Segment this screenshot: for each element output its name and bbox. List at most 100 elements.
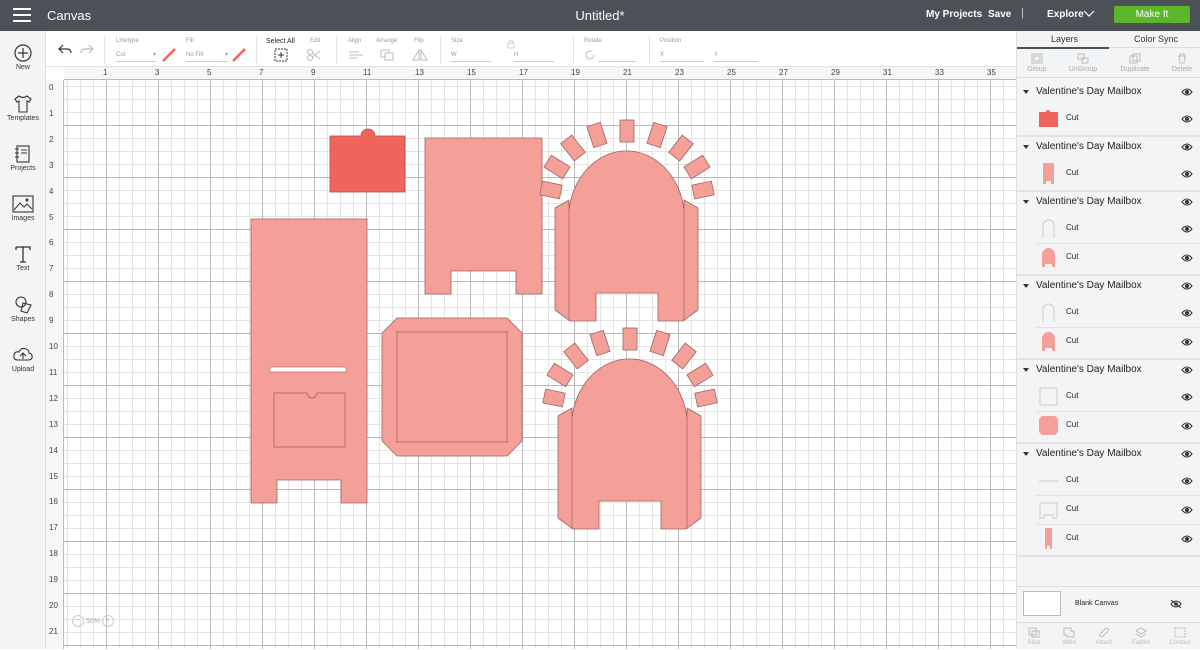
arrange-icon[interactable] <box>380 49 396 61</box>
ungroup-button[interactable]: UnGroup <box>1063 53 1103 73</box>
make-it-button[interactable]: Make It <box>1114 6 1190 23</box>
back-panel-shape[interactable] <box>424 137 543 295</box>
eye-icon[interactable] <box>1181 142 1193 152</box>
attach-button[interactable]: Attach <box>1089 627 1119 646</box>
chevron-down-icon[interactable] <box>1022 282 1030 290</box>
my-projects-link[interactable]: My Projects <box>926 9 982 20</box>
layer-row[interactable]: Cut <box>1017 214 1200 243</box>
layer-row[interactable]: Cut <box>1017 243 1200 272</box>
zoom-in-button[interactable]: + <box>101 615 114 627</box>
eye-icon[interactable] <box>1181 392 1193 402</box>
height-input[interactable]: H <box>514 50 554 62</box>
layer-row[interactable]: Cut <box>1017 382 1200 411</box>
red-card-shape[interactable] <box>329 128 406 193</box>
position-x-input[interactable]: X <box>660 50 704 62</box>
layer-row[interactable]: Cut <box>1017 104 1200 133</box>
eye-icon[interactable] <box>1181 281 1193 291</box>
sidebar-item-templates[interactable]: Templates <box>0 94 46 140</box>
zoom-out-button[interactable]: − <box>72 615 84 627</box>
eye-icon[interactable] <box>1181 169 1193 179</box>
document-title[interactable]: Untitled* <box>575 8 624 23</box>
flip-icon[interactable] <box>412 49 428 61</box>
hamburger-menu-icon[interactable] <box>13 8 31 22</box>
chevron-down-icon[interactable] <box>1082 6 1096 20</box>
sidebar-item-projects[interactable]: Projects <box>0 144 46 190</box>
chevron-down-icon[interactable] <box>1022 366 1030 374</box>
eye-icon[interactable] <box>1181 505 1193 515</box>
eye-icon[interactable] <box>1181 421 1193 431</box>
flatten-button[interactable]: Flatten <box>1126 627 1156 646</box>
weld-button[interactable]: Weld <box>1054 627 1084 646</box>
eye-icon[interactable] <box>1181 114 1193 124</box>
chevron-down-icon[interactable] <box>1022 88 1030 96</box>
layer-row[interactable]: Cut <box>1017 524 1200 553</box>
explore-menu[interactable]: Explore <box>1047 9 1084 20</box>
save-link[interactable]: Save <box>988 9 1011 20</box>
eye-icon[interactable] <box>1181 308 1193 318</box>
layer-group[interactable]: Valentine's Day Mailbox <box>1017 444 1200 464</box>
align-icon[interactable] <box>348 50 364 60</box>
layer-row[interactable]: Cut <box>1017 466 1200 495</box>
eye-icon[interactable] <box>1181 337 1193 347</box>
layer-group[interactable]: Valentine's Day Mailbox <box>1017 82 1200 102</box>
chevron-down-icon[interactable] <box>1022 450 1030 458</box>
arch-side-1-shape[interactable] <box>539 119 715 322</box>
layer-row[interactable]: Cut <box>1017 495 1200 524</box>
layer-row[interactable]: Cut <box>1017 298 1200 327</box>
chevron-down-icon[interactable] <box>1022 143 1030 151</box>
eye-icon[interactable] <box>1181 365 1193 375</box>
eye-icon[interactable] <box>1181 197 1193 207</box>
sidebar-label-upload: Upload <box>11 366 35 373</box>
layer-group-name: Valentine's Day Mailbox <box>1036 196 1142 207</box>
select-all-icon[interactable] <box>274 48 288 62</box>
sidebar-item-upload[interactable]: Upload <box>0 345 46 391</box>
layer-group[interactable]: Valentine's Day Mailbox <box>1017 360 1200 380</box>
redo-icon[interactable] <box>80 43 94 55</box>
fill-select[interactable]: No Fill ▾ <box>186 50 228 62</box>
design-canvas[interactable] <box>64 80 1016 649</box>
tab-layers[interactable]: Layers <box>1051 34 1078 44</box>
eye-icon[interactable] <box>1181 534 1193 544</box>
layer-row[interactable]: Cut <box>1017 159 1200 188</box>
fill-color-swatch-icon[interactable] <box>232 48 246 62</box>
layer-group[interactable]: Valentine's Day Mailbox <box>1017 137 1200 157</box>
position-y-input[interactable]: Y <box>714 50 758 62</box>
rotate-input[interactable] <box>598 50 636 62</box>
layer-label: Cut <box>1066 168 1079 177</box>
linetype-color-swatch-icon[interactable] <box>162 48 176 62</box>
eye-icon[interactable] <box>1181 87 1193 97</box>
fill-label: Fill <box>186 38 194 44</box>
layer-row[interactable]: Cut <box>1017 327 1200 356</box>
width-input[interactable]: W <box>451 50 491 62</box>
layer-row[interactable]: Cut <box>1017 411 1200 440</box>
undo-icon[interactable] <box>58 43 72 55</box>
duplicate-button[interactable]: Duplicate <box>1115 53 1155 73</box>
eye-icon[interactable] <box>1181 224 1193 234</box>
layer-group[interactable]: Valentine's Day Mailbox <box>1017 276 1200 296</box>
sidebar-item-shapes[interactable]: Shapes <box>0 295 46 341</box>
slice-button[interactable]: Slice <box>1019 627 1049 646</box>
sidebar-item-text[interactable]: Text <box>0 244 46 290</box>
contour-button[interactable]: Contour <box>1165 627 1195 646</box>
edit-scissors-icon[interactable] <box>306 48 322 62</box>
eye-hidden-icon[interactable] <box>1170 599 1182 609</box>
eye-icon[interactable] <box>1181 253 1193 263</box>
select-caret-icon: ▾ <box>152 52 156 58</box>
lock-icon[interactable] <box>506 39 516 49</box>
arch-side-2-shape[interactable] <box>542 327 718 530</box>
box-base-shape[interactable] <box>381 317 523 457</box>
delete-button[interactable]: Delete <box>1162 53 1200 73</box>
sidebar-item-images[interactable]: Images <box>0 194 46 240</box>
eye-icon[interactable] <box>1181 476 1193 486</box>
group-button[interactable]: Group <box>1017 53 1057 73</box>
blank-canvas-thumbnail[interactable] <box>1023 591 1061 616</box>
front-panel-shape[interactable] <box>250 218 368 504</box>
sidebar-item-new[interactable]: New <box>0 43 46 89</box>
layer-group[interactable]: Valentine's Day Mailbox <box>1017 192 1200 212</box>
linetype-select[interactable]: Cut ▾ <box>116 50 156 62</box>
eye-icon[interactable] <box>1181 449 1193 459</box>
ruler-top-label: 7 <box>259 68 264 77</box>
edit-label: Edit <box>310 38 321 44</box>
tab-color-sync[interactable]: Color Sync <box>1134 34 1178 44</box>
chevron-down-icon[interactable] <box>1022 198 1030 206</box>
